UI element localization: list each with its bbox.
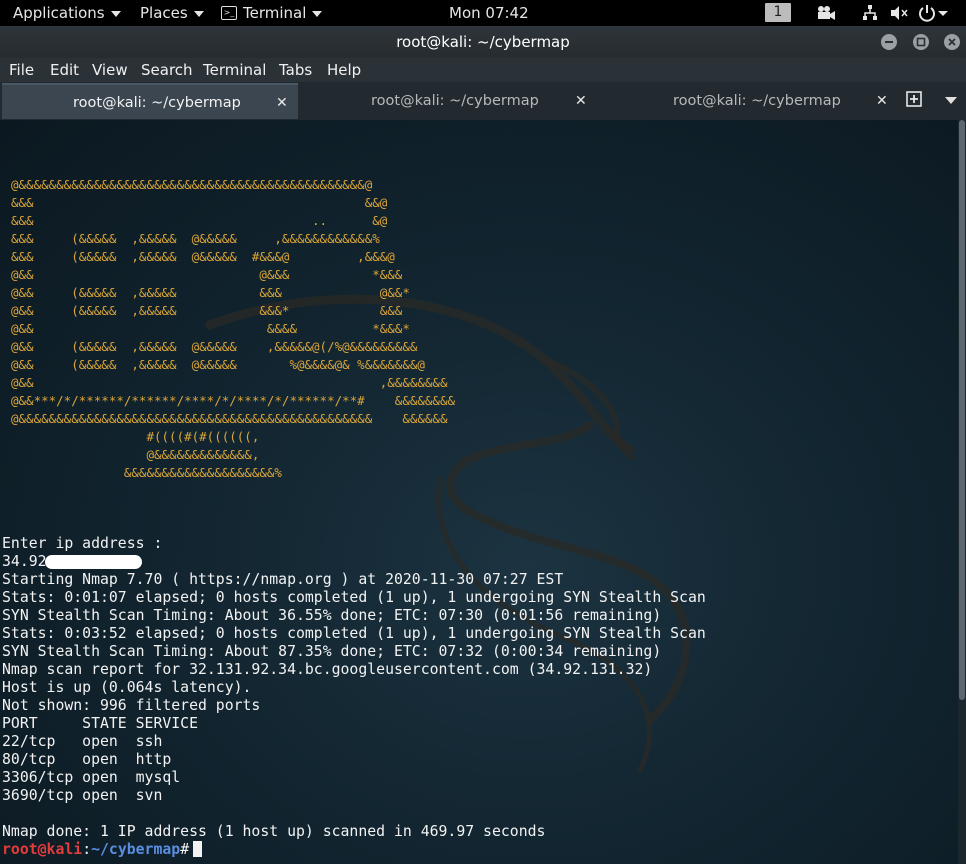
tab-1[interactable]: root@kali: ~/cybermap ✕ xyxy=(2,83,298,119)
workspace-indicator[interactable]: 1 xyxy=(765,3,791,22)
output-line: 3690/tcp open svn xyxy=(2,787,163,804)
terminal-scrollbar[interactable] xyxy=(958,120,966,864)
menu-view[interactable]: View xyxy=(92,58,128,82)
output-line: Starting Nmap 7.70 ( https://nmap.org ) … xyxy=(2,571,564,588)
chevron-down-icon xyxy=(110,10,121,17)
menu-bar: File Edit View Search Terminal Tabs Help xyxy=(0,58,966,82)
prompt-user: root@kali xyxy=(2,841,83,858)
tab-3[interactable]: root@kali: ~/cybermap ✕ xyxy=(602,83,900,119)
places-label: Places xyxy=(140,4,188,22)
chevron-down-icon xyxy=(193,10,204,17)
menu-file[interactable]: File xyxy=(9,58,34,82)
tab-close-icon[interactable]: ✕ xyxy=(276,85,288,121)
minimize-icon[interactable] xyxy=(881,34,897,50)
window-titlebar[interactable]: root@kali: ~/cybermap xyxy=(0,26,966,58)
redaction-mark xyxy=(45,555,142,569)
command-prompt[interactable]: root@kali:~/cybermap# xyxy=(2,841,203,859)
prompt-symbol: # xyxy=(180,841,190,858)
menu-search[interactable]: Search xyxy=(141,58,193,82)
tab-close-icon[interactable]: ✕ xyxy=(575,83,587,119)
prompt-path: ~/cybermap xyxy=(91,841,181,858)
clock[interactable]: Mon 07:42 xyxy=(449,0,529,26)
output-line: Not shown: 996 filtered ports xyxy=(2,697,261,714)
menu-edit[interactable]: Edit xyxy=(50,58,79,82)
tab-bar: root@kali: ~/cybermap ✕ root@kali: ~/cyb… xyxy=(0,82,966,120)
applications-menu[interactable]: Applications xyxy=(13,0,121,26)
terminal-icon: >_ xyxy=(221,5,237,20)
tab-label: root@kali: ~/cybermap xyxy=(73,95,241,111)
tab-2[interactable]: root@kali: ~/cybermap ✕ xyxy=(300,83,600,119)
output-line: Nmap done: 1 IP address (1 host up) scan… xyxy=(2,823,546,840)
output-line: Host is up (0.064s latency). xyxy=(2,679,252,696)
text-cursor xyxy=(193,841,203,857)
terminal-output: Enter ip address : 34.92 Starting Nmap 7… xyxy=(2,535,706,841)
clock-label: Mon 07:42 xyxy=(449,4,529,22)
output-line: Stats: 0:03:52 elapsed; 0 hosts complete… xyxy=(2,625,706,642)
tab-label: root@kali: ~/cybermap xyxy=(371,93,539,109)
output-line: 3306/tcp open mysql xyxy=(2,769,181,786)
new-tab-icon[interactable] xyxy=(906,91,922,107)
network-icon[interactable] xyxy=(862,4,878,22)
menu-terminal[interactable]: Terminal xyxy=(203,58,266,82)
maximize-icon[interactable] xyxy=(913,34,929,50)
output-line: Enter ip address : xyxy=(2,535,163,552)
prompt-colon: : xyxy=(82,841,92,858)
output-line: Nmap scan report for 32.131.92.34.bc.goo… xyxy=(2,661,653,678)
menu-help[interactable]: Help xyxy=(327,58,361,82)
scrollbar-thumb[interactable] xyxy=(959,120,965,700)
places-menu[interactable]: Places xyxy=(140,0,204,26)
tab-close-icon[interactable]: ✕ xyxy=(876,83,888,119)
ascii-banner: @&&&&&&&&&&&&&&&&&&&&&&&&&&&&&&&&&&&&&&&… xyxy=(11,177,456,480)
applications-label: Applications xyxy=(13,4,105,22)
output-line: SYN Stealth Scan Timing: About 36.55% do… xyxy=(2,607,662,624)
video-camera-icon[interactable] xyxy=(816,4,836,22)
output-line: 34.92 xyxy=(2,553,47,570)
top-panel: Applications Places >_ Terminal Mon 07:42… xyxy=(0,0,966,26)
chevron-down-icon xyxy=(312,10,323,17)
terminal-app-menu[interactable]: >_ Terminal xyxy=(221,0,323,26)
output-line: SYN Stealth Scan Timing: About 87.35% do… xyxy=(2,643,662,660)
tabs-dropdown-icon[interactable] xyxy=(945,97,957,104)
menu-tabs[interactable]: Tabs xyxy=(279,58,312,82)
volume-icon[interactable] xyxy=(889,4,909,22)
output-line: PORT STATE SERVICE xyxy=(2,715,198,732)
output-line: Stats: 0:01:07 elapsed; 0 hosts complete… xyxy=(2,589,706,606)
terminal-app-label: Terminal xyxy=(243,4,307,22)
terminal-view[interactable]: @&&&&&&&&&&&&&&&&&&&&&&&&&&&&&&&&&&&&&&&… xyxy=(0,120,958,864)
output-line: 22/tcp open ssh xyxy=(2,733,163,750)
tab-label: root@kali: ~/cybermap xyxy=(673,93,841,109)
power-icon[interactable] xyxy=(918,4,948,22)
window-title: root@kali: ~/cybermap xyxy=(396,33,570,51)
output-line: 80/tcp open http xyxy=(2,751,172,768)
close-icon[interactable] xyxy=(944,34,960,50)
